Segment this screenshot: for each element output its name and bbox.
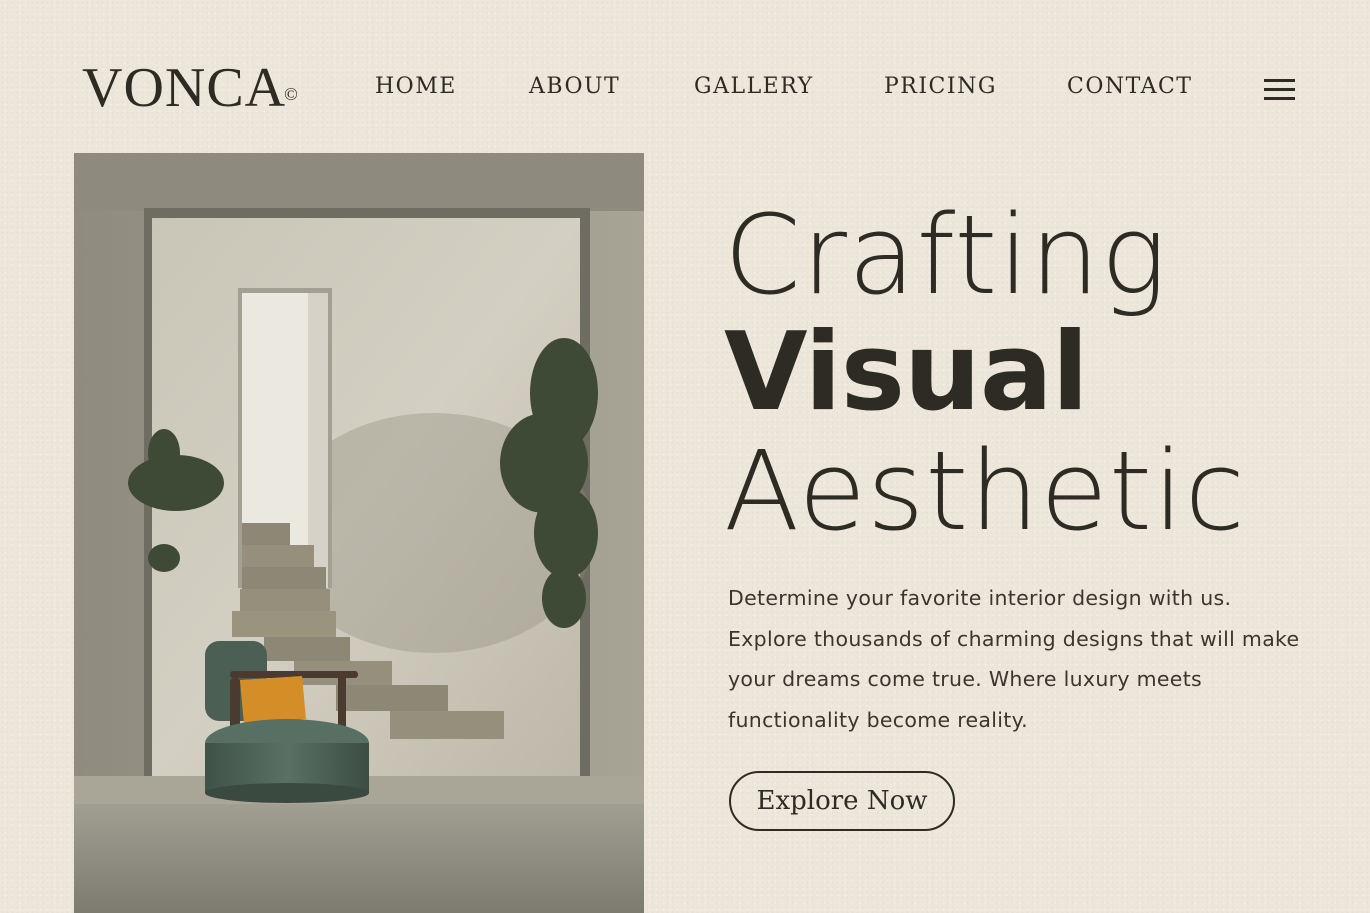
hero-heading: Crafting Visual Aesthetic: [724, 196, 1246, 550]
hamburger-menu-icon[interactable]: [1264, 79, 1296, 101]
nav-gallery[interactable]: GALLERY: [694, 74, 814, 99]
hero-line-visual: Visual: [724, 310, 1089, 435]
explore-now-button[interactable]: Explore Now: [729, 771, 955, 831]
interior-illustration: [74, 153, 644, 913]
hero-image: [74, 153, 644, 913]
hero-line-crafting: Crafting: [724, 191, 1168, 319]
description-line: your dreams come true. Where luxury meet…: [728, 667, 1203, 691]
nav-pricing[interactable]: PRICING: [884, 74, 997, 99]
nav-home[interactable]: HOME: [375, 74, 457, 99]
description-line: Explore thousands of charming designs th…: [728, 626, 1300, 651]
nav-about[interactable]: ABOUT: [529, 74, 620, 99]
description-line: functionality become reality.: [728, 707, 1028, 732]
hero-description: Determine your favorite interior design …: [728, 578, 1308, 740]
hero-line-aesthetic: Aesthetic: [724, 427, 1246, 555]
explore-now-label: Explore Now: [756, 786, 928, 816]
description-line: Determine your favorite interior design …: [728, 586, 1232, 610]
nav-contact[interactable]: CONTACT: [1067, 74, 1192, 99]
main-nav: HOME ABOUT GALLERY PRICING CONTACT: [0, 74, 1370, 104]
